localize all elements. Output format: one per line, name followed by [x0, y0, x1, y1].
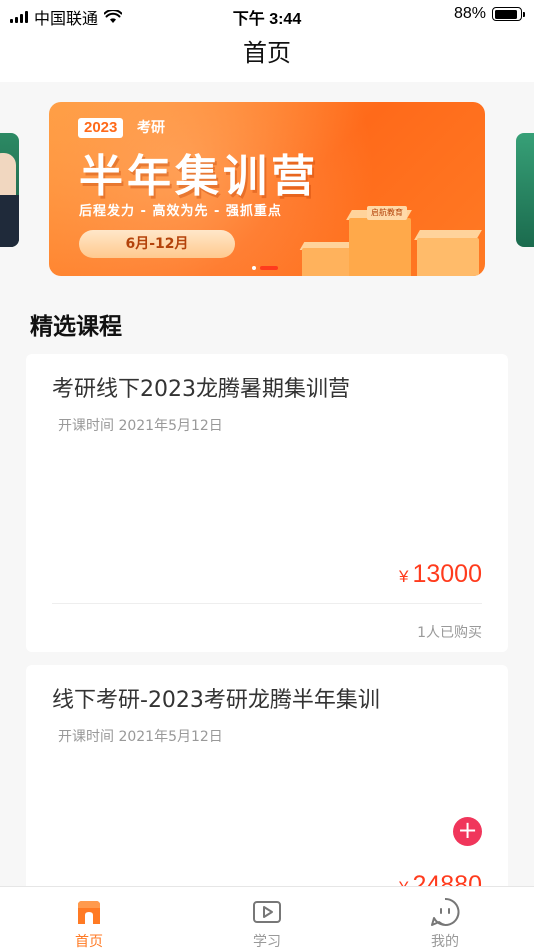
tab-label: 我的 — [431, 934, 459, 950]
banner-slogan: 后程发力 - 高效为先 - 强抓重点 — [79, 204, 282, 219]
tab-bar: 首页 学习 我的 — [0, 886, 534, 950]
course-date: 开课时间 2021年5月12日 — [58, 729, 223, 745]
carousel-indicators — [252, 266, 278, 270]
banner-title: 半年集训营 — [79, 151, 319, 202]
profile-icon — [431, 897, 460, 926]
tab-label: 首页 — [75, 934, 103, 950]
battery-percent: 88% — [453, 5, 486, 22]
battery-fill — [494, 9, 517, 19]
section-title: 精选课程 — [30, 314, 122, 340]
course-card[interactable]: 考研线下2023龙腾暑期集训营 开课时间 2021年5月12日 ¥13000 1… — [26, 354, 508, 652]
status-right: 88% — [453, 5, 525, 23]
card-divider — [52, 603, 482, 604]
add-to-cart-button[interactable]: + — [453, 817, 482, 846]
page-title: 首页 — [243, 39, 291, 67]
home-icon — [78, 901, 100, 924]
banner-slide[interactable]: 2023 考研 半年集训营 后程发力 - 高效为先 - 强抓重点 6月-12月 … — [49, 102, 485, 276]
price-value: 13000 — [412, 560, 482, 588]
carousel-dot[interactable] — [252, 266, 256, 270]
banner-carousel[interactable]: 2023 考研 半年集训营 后程发力 - 高效为先 - 强抓重点 6月-12月 … — [0, 82, 534, 292]
currency-symbol: ¥ — [399, 567, 409, 586]
status-bar: 中国联通 下午 3:44 88% — [0, 0, 534, 28]
banner-date-pill: 6月-12月 — [79, 230, 235, 258]
banner-kaoyan-tag: 考研 — [137, 120, 165, 136]
carousel-dot-active[interactable] — [260, 266, 278, 270]
bought-count: 1人已购买 — [417, 625, 482, 641]
course-title: 考研线下2023龙腾暑期集训营 — [52, 377, 350, 402]
banner-prev-slide[interactable] — [0, 133, 19, 247]
banner-next-slide[interactable] — [516, 133, 534, 247]
banner-year-tag: 2023 — [78, 118, 124, 138]
course-price: ¥13000 — [399, 560, 482, 589]
course-date: 开课时间 2021年5月12日 — [58, 418, 223, 434]
course-title: 线下考研-2023考研龙腾半年集训 — [52, 688, 380, 713]
tab-profile[interactable]: 我的 — [356, 887, 534, 950]
tab-study[interactable]: 学习 — [178, 887, 356, 950]
tab-home[interactable]: 首页 — [0, 887, 178, 950]
brand-label: 启航教育 — [367, 206, 407, 220]
play-icon — [253, 901, 281, 923]
teacher-suit — [0, 195, 19, 247]
tab-label: 学习 — [253, 934, 281, 950]
nav-bar: 首页 — [0, 28, 534, 82]
battery-icon — [492, 7, 525, 21]
